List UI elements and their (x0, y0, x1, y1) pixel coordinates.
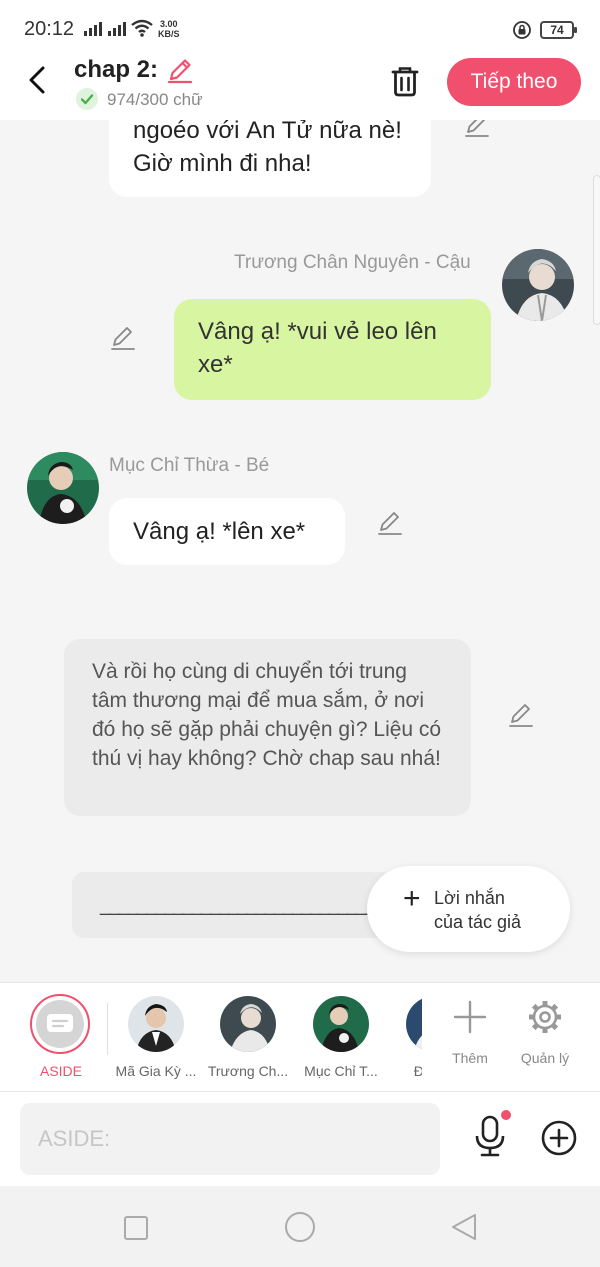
plus-icon: + (403, 882, 421, 915)
author-note-label: Lời nhắn của tác giả (434, 888, 522, 932)
status-bar: 20:12 3.00 KB/S 74 (0, 0, 600, 56)
aside-bubble[interactable]: Và rồi họ cùng di chuyển tới trung tâm t… (64, 639, 471, 816)
plus-icon (453, 1000, 487, 1034)
next-button[interactable]: Tiếp theo (447, 58, 581, 106)
edit-message-icon[interactable] (507, 701, 535, 729)
character-name: Mục Chỉ T... (304, 1063, 378, 1079)
composer (0, 1092, 600, 1186)
character-name: Trương Ch... (207, 1063, 289, 1079)
system-nav-bar (0, 1186, 600, 1267)
aside-label: ASIDE (39, 1063, 82, 1079)
manage-label: Quản lý (520, 1050, 570, 1066)
avatar-muc-chi-thua[interactable] (27, 452, 99, 524)
signal-icon (84, 20, 126, 36)
character-name: Mã Gia Kỳ ... (115, 1063, 197, 1079)
divider-bubble[interactable]: ______________________________ (72, 872, 392, 938)
message-input[interactable] (20, 1103, 440, 1175)
edit-title-icon[interactable] (166, 56, 194, 84)
divider (107, 1003, 108, 1055)
aside-text: Và rồi họ cùng di chuyển tới trung tâm t… (92, 660, 442, 770)
character-name: Đinh... (390, 1063, 422, 1079)
rotation-lock-icon (513, 21, 531, 39)
back-triangle-icon[interactable] (450, 1212, 478, 1242)
check-icon (76, 88, 98, 110)
avatar-image (502, 249, 574, 321)
avatar-truong-chan-nguyen[interactable] (502, 249, 574, 321)
status-time: 20:12 (24, 18, 75, 40)
message-bubble[interactable]: Vâng ạ! *vui vẻ leo lên xe* (174, 299, 491, 400)
character-list[interactable]: Mã Gia Kỳ ... Trương Ch... Mục Chỉ T... … (110, 983, 422, 1093)
chapter-title[interactable]: chap 2: (74, 56, 158, 84)
message-text: Vâng ạ! *lên xe* (133, 518, 306, 545)
message-bubble[interactable]: ngoéo với Ăn Tử nữa nè! Giờ mình đi nha! (109, 120, 431, 197)
recent-apps-button[interactable] (124, 1216, 148, 1240)
back-arrow-icon[interactable] (20, 62, 56, 98)
notification-dot (501, 1110, 511, 1120)
avatar (313, 996, 369, 1052)
sender-name: Mục Chỉ Thừa - Bé (109, 455, 270, 476)
chat-bubble-icon (47, 1014, 73, 1032)
gear-icon (529, 1001, 561, 1033)
sender-name: Trương Chân Nguyên - Cậu (234, 252, 471, 273)
aside-character-button[interactable] (30, 994, 90, 1054)
avatar (220, 996, 276, 1052)
edit-message-icon[interactable] (376, 509, 404, 537)
edit-message-icon[interactable] (109, 324, 137, 352)
chat-area[interactable]: ngoéo với Ăn Tử nữa nè! Giờ mình đi nha!… (0, 120, 600, 982)
battery-icon: 74 (540, 21, 577, 39)
message-bubble[interactable]: Vâng ạ! *lên xe* (109, 498, 345, 565)
network-speed: 3.00 KB/S (158, 19, 180, 39)
editor-header: chap 2: 974/300 chữ Tiếp theo (0, 56, 600, 120)
divider-text: ______________________________ (100, 894, 376, 916)
add-character-button[interactable]: Thêm (438, 996, 502, 1066)
manage-button[interactable]: Quản lý (513, 996, 577, 1066)
author-note-button[interactable]: + Lời nhắn của tác giả (367, 866, 570, 952)
edit-message-icon[interactable] (463, 120, 491, 139)
trash-icon[interactable] (388, 64, 422, 98)
avatar-image (27, 452, 99, 524)
add-label: Thêm (452, 1050, 488, 1066)
avatar (128, 996, 184, 1052)
scrollbar[interactable] (593, 175, 600, 325)
message-text: ngoéo với Ăn Tử nữa nè! Giờ mình đi nha! (133, 120, 402, 177)
wifi-icon (131, 19, 153, 37)
message-text: Vâng ạ! *vui vẻ leo lên xe* (198, 318, 437, 378)
word-count: 974/300 chữ (107, 90, 203, 109)
microphone-icon[interactable] (472, 1114, 508, 1158)
home-button[interactable] (285, 1212, 315, 1242)
character-bar: ASIDE Mã Gia Kỳ ... Trương Ch... Mục Chỉ… (0, 982, 600, 1092)
add-circle-icon[interactable] (541, 1120, 577, 1156)
avatar (406, 996, 422, 1052)
